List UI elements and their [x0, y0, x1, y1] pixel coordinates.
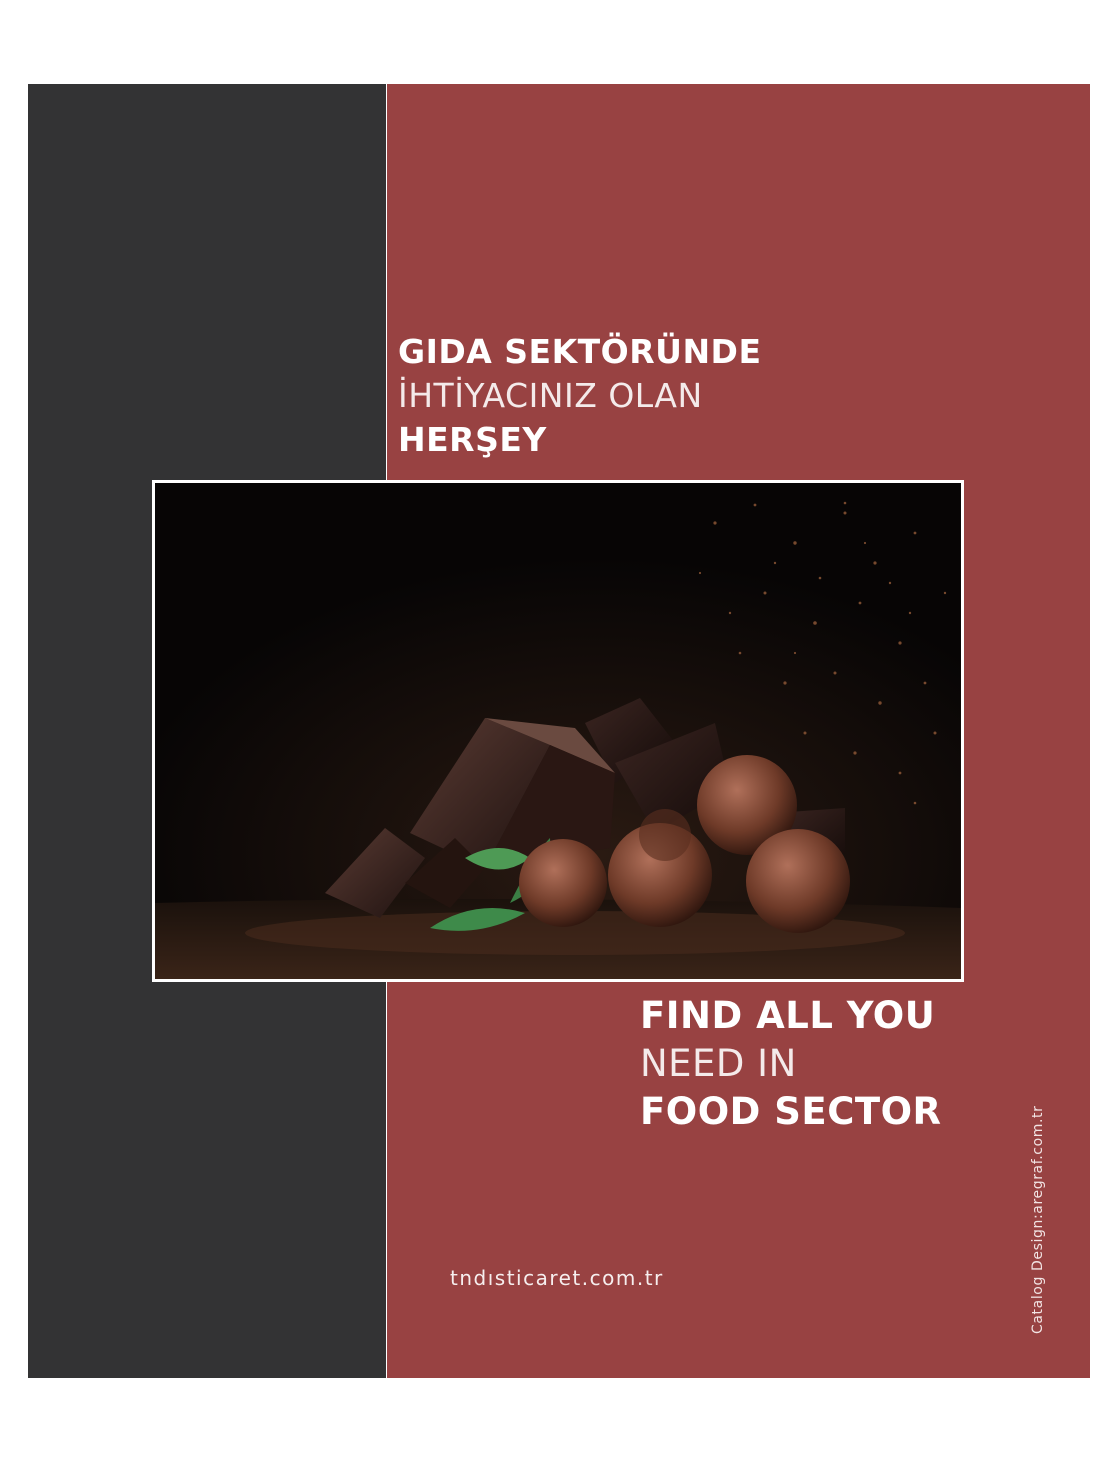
website-url[interactable]: tndısticaret.com.tr: [450, 1266, 664, 1290]
headline-tr-line3: HERŞEY: [398, 420, 547, 459]
headline-tr-line2: İHTİYACINIZ OLAN: [398, 376, 703, 415]
headline-en-line3: FOOD SECTOR: [640, 1090, 942, 1133]
english-headline: FIND ALL YOU NEED IN FOOD SECTOR: [640, 992, 942, 1136]
chocolate-truffles-photo: [155, 483, 961, 979]
turkish-headline: GIDA SEKTÖRÜNDE İHTİYACINIZ OLAN HERŞEY: [398, 330, 762, 462]
chocolate-illustration: [155, 483, 961, 979]
headline-en-line2: NEED IN: [640, 1042, 797, 1085]
photo-frame: [152, 480, 964, 982]
headline-tr-line1: GIDA SEKTÖRÜNDE: [398, 332, 762, 371]
design-credit: Catalog Design:aregraf.com.tr: [1030, 1105, 1046, 1335]
headline-en-line1: FIND ALL YOU: [640, 994, 936, 1037]
